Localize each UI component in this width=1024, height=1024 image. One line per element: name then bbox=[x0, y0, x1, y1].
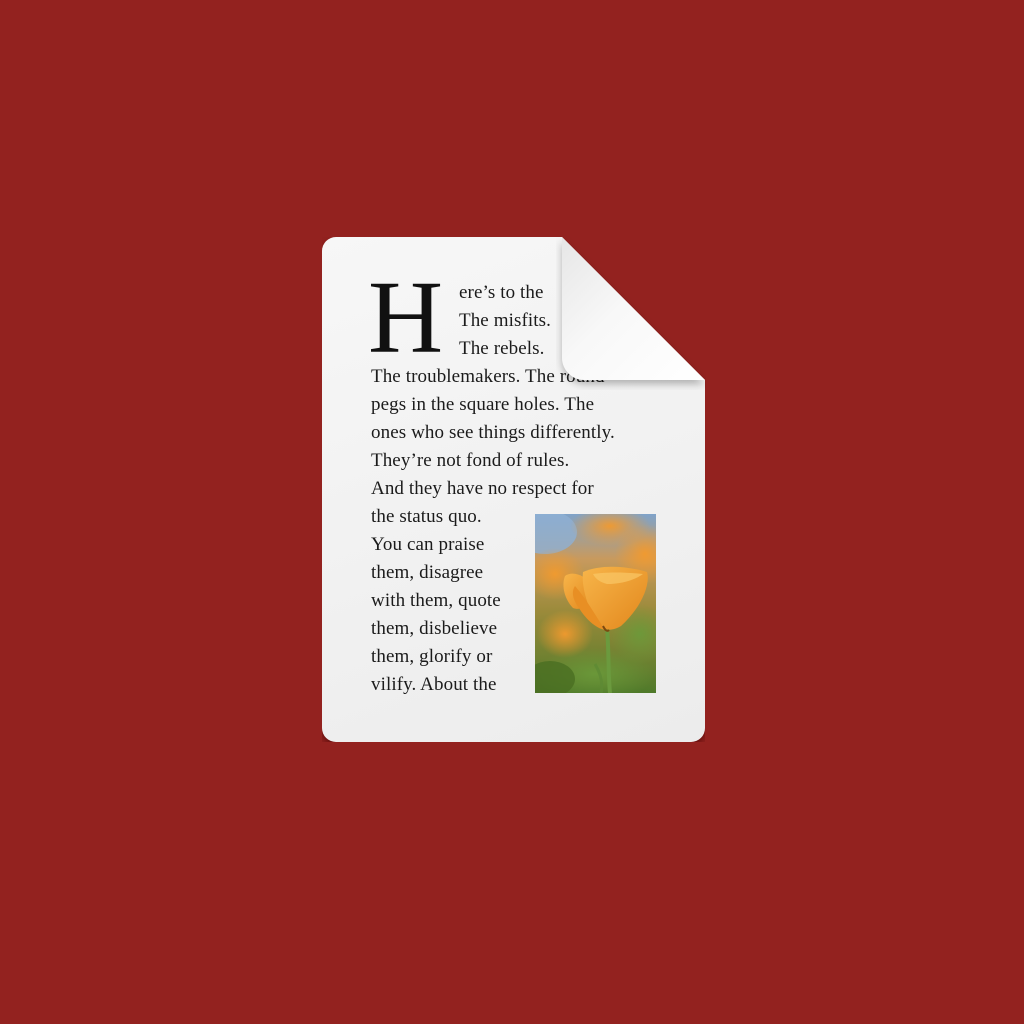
text-line: You can praise bbox=[371, 534, 485, 555]
text-line: with them, quote bbox=[371, 590, 501, 611]
text-line: The troublemakers. The round bbox=[371, 366, 605, 387]
text-line: the status quo. bbox=[371, 506, 482, 527]
text-line: ere’s to the bbox=[459, 282, 544, 303]
drop-cap: H bbox=[368, 260, 444, 375]
text-line: The rebels. bbox=[459, 338, 545, 359]
poppy-flower-photo bbox=[535, 514, 656, 693]
text-line: And they have no respect for bbox=[371, 478, 594, 499]
text-line: them, disbelieve bbox=[371, 618, 498, 639]
text-line: They’re not fond of rules. bbox=[371, 450, 570, 471]
text-line: vilify. About the bbox=[371, 674, 497, 695]
text-line: pegs in the square holes. The bbox=[371, 394, 595, 415]
text-line: them, glorify or bbox=[371, 646, 493, 667]
text-line: them, disagree bbox=[371, 562, 484, 583]
text-line: ones who see things differently. bbox=[371, 422, 615, 443]
text-line: The misfits. bbox=[459, 310, 551, 331]
